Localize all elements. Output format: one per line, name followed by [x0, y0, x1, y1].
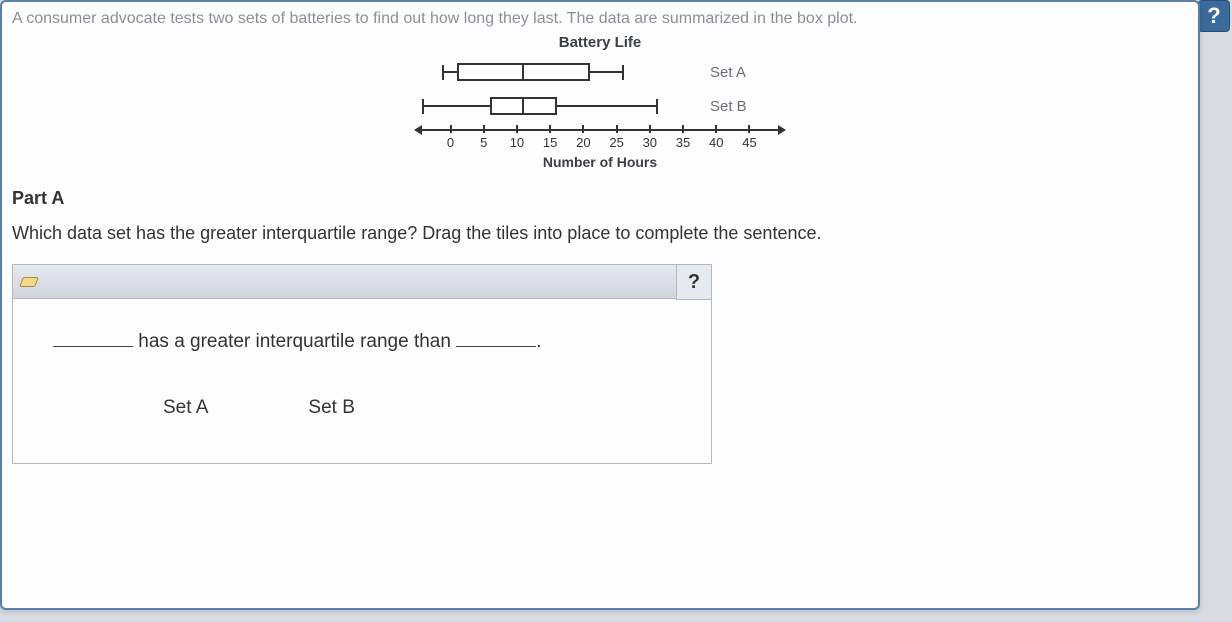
panel-help-button[interactable]: ?	[676, 264, 712, 300]
panel-body: has a greater interquartile range than .…	[13, 299, 711, 463]
axis-tick: 10	[516, 125, 517, 150]
axis-tick: 0	[450, 125, 451, 150]
tile-tray: Set A Set B	[53, 393, 671, 423]
axis-tick: 20	[583, 125, 584, 150]
axis-tick: 35	[683, 125, 684, 150]
problem-statement: A consumer advocate tests two sets of ba…	[12, 10, 1188, 28]
problem-container: A consumer advocate tests two sets of ba…	[0, 0, 1200, 610]
x-axis-label: Number of Hours	[390, 154, 810, 170]
sentence-mid: has a greater interquartile range than	[133, 331, 456, 352]
series-label-a: Set A	[710, 64, 746, 81]
axis-tick: 40	[716, 125, 717, 150]
axis-tick: 45	[749, 125, 750, 150]
boxplot-row-b: Set B	[390, 91, 810, 121]
blank-2[interactable]	[456, 329, 536, 347]
fill-sentence: has a greater interquartile range than .	[53, 329, 671, 353]
page-help-button[interactable]: ?	[1198, 0, 1230, 32]
series-label-b: Set B	[710, 98, 747, 115]
x-axis: 0 5 10 15 20 25 30 35 40 45	[430, 125, 770, 150]
eraser-icon[interactable]	[19, 271, 41, 291]
chart-title: Battery Life	[390, 34, 810, 51]
axis-tick: 15	[550, 125, 551, 150]
answer-panel: ? has a greater interquartile range than…	[12, 264, 712, 464]
sentence-end: .	[536, 331, 541, 352]
axis-tick: 25	[616, 125, 617, 150]
question-text: Which data set has the greater interquar…	[12, 223, 1188, 244]
axis-tick: 30	[649, 125, 650, 150]
box-plot-chart: Battery Life Set A Set B 0 5 10 15 20 25 30 35 4…	[390, 34, 810, 170]
part-label: Part A	[12, 188, 1188, 209]
tile-set-b[interactable]: Set B	[298, 393, 364, 423]
boxplot-row-a: Set A	[390, 57, 810, 87]
panel-toolbar: ?	[13, 265, 711, 299]
blank-1[interactable]	[53, 329, 133, 347]
tile-set-a[interactable]: Set A	[153, 393, 218, 423]
axis-tick: 5	[483, 125, 484, 150]
